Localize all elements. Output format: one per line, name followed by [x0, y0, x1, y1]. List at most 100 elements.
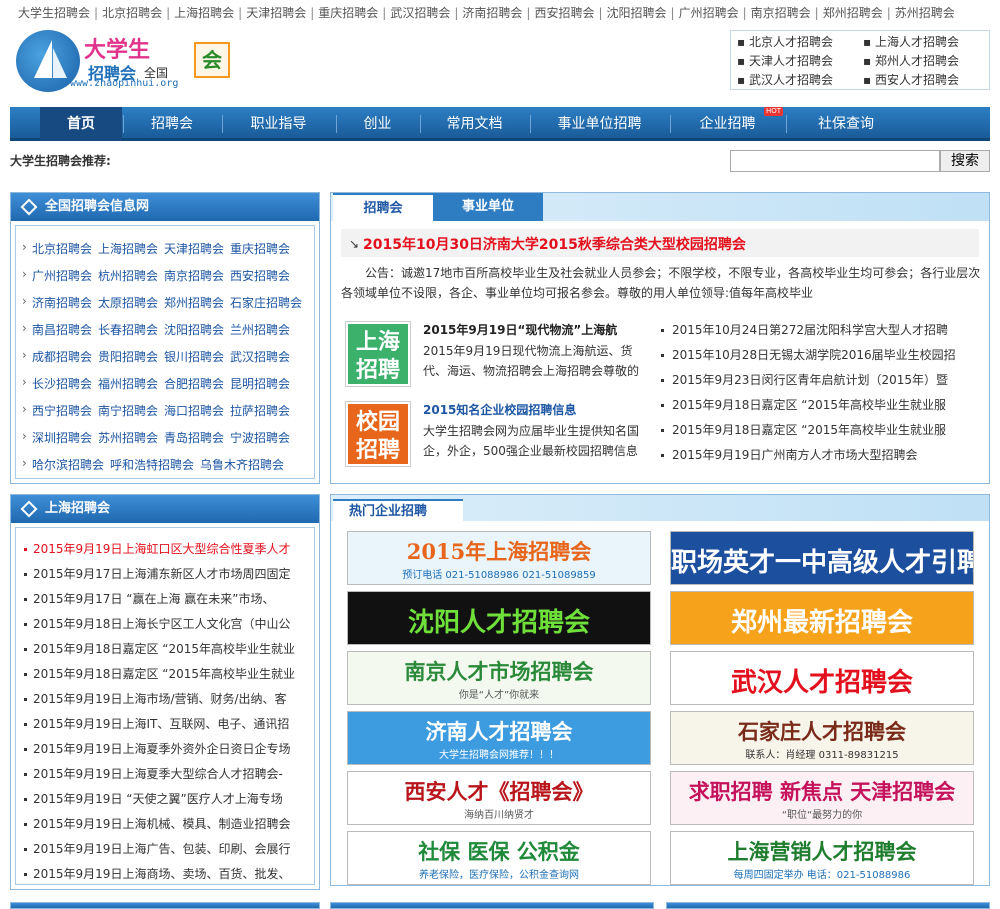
city-link[interactable]: ▪ 天津人才招聘会	[737, 52, 833, 69]
city-link[interactable]: ▪ 西安人才招聘会	[863, 71, 959, 88]
city-fair-link[interactable]: 呼和浩特招聘会	[110, 456, 194, 473]
top-link[interactable]: 上海招聘会	[174, 6, 234, 20]
list-item[interactable]: 2015年9月19日上海夏季外资外企日资日企专场	[24, 740, 290, 757]
top-link[interactable]: 北京招聘会	[102, 6, 162, 20]
city-fair-link[interactable]: 西安招聘会	[230, 267, 290, 284]
nav-item[interactable]: 创业	[336, 107, 419, 141]
nav-item[interactable]: 职业指导	[222, 107, 335, 141]
city-fair-link[interactable]: 宁波招聘会	[230, 429, 290, 446]
list-item[interactable]: 2015年10月24日第272届沈阳科学宫大型人才招聘	[661, 321, 948, 338]
headline-title[interactable]: 2015年10月30日济南大学2015秋季综合类大型校园招聘会	[363, 234, 746, 254]
city-fair-link[interactable]: 石家庄招聘会	[230, 294, 302, 311]
list-item[interactable]: 2015年9月19日上海商场、卖场、百货、批发、	[24, 865, 290, 882]
list-item[interactable]: 2015年9月19日广州南方人才市场大型招聘会	[661, 446, 917, 463]
ad-banner[interactable]: 石家庄人才招聘会 联系人：肖经理 0311-89831215	[670, 711, 974, 765]
nav-item[interactable]: 常用文档	[420, 107, 529, 141]
top-link[interactable]: 大学生招聘会	[18, 6, 90, 20]
city-fair-link[interactable]: 贵阳招聘会	[98, 348, 158, 365]
city-fair-link[interactable]: 哈尔滨招聘会	[32, 456, 104, 473]
city-link[interactable]: ▪ 武汉人才招聘会	[737, 71, 833, 88]
headline-box[interactable]: ↘ 2015年10月30日济南大学2015秋季综合类大型校园招聘会	[341, 229, 979, 257]
top-link[interactable]: 郑州招聘会	[823, 6, 883, 20]
search-input[interactable]	[730, 150, 940, 172]
city-fair-link[interactable]: 成都招聘会	[32, 348, 92, 365]
list-item[interactable]: 2015年9月19日上海虹口区大型综合性夏季人才	[24, 540, 290, 557]
list-item[interactable]: 2015年9月17日 “赢在上海 赢在未来”市场、	[24, 590, 275, 607]
shanghai-badge[interactable]: 上海 招聘	[345, 321, 411, 387]
top-link[interactable]: 西安招聘会	[534, 6, 594, 20]
city-fair-link[interactable]: 北京招聘会	[32, 240, 92, 257]
top-link[interactable]: 广州招聘会	[679, 6, 739, 20]
list-item[interactable]: 2015年9月18日上海长宁区工人文化宫（中山公	[24, 615, 290, 632]
list-item[interactable]: 2015年9月18日嘉定区 “2015年高校毕业生就业	[24, 640, 295, 657]
ad-banner[interactable]: 求职招聘 新焦点 天津招聘会 “职位“最努力的你	[670, 771, 974, 825]
list-item[interactable]: 2015年9月19日上海市场/营销、财务/出纳、客	[24, 690, 287, 707]
city-fair-link[interactable]: 广州招聘会	[32, 267, 92, 284]
city-fair-link[interactable]: 郑州招聘会	[164, 294, 224, 311]
city-fair-link[interactable]: 海口招聘会	[164, 402, 224, 419]
city-fair-link[interactable]: 重庆招聘会	[230, 240, 290, 257]
city-fair-link[interactable]: 深圳招聘会	[32, 429, 92, 446]
nav-item[interactable]: 首页	[40, 107, 122, 141]
city-fair-link[interactable]: 乌鲁木齐招聘会	[200, 456, 284, 473]
news-title[interactable]: 2015知名企业校园招聘信息	[423, 401, 576, 418]
search-button[interactable]: 搜索	[940, 150, 990, 172]
news-title[interactable]: 2015年9月19日“现代物流”上海航	[423, 321, 617, 338]
top-link[interactable]: 苏州招聘会	[895, 6, 955, 20]
list-item[interactable]: 2015年9月19日上海夏季大型综合人才招聘会-	[24, 765, 283, 782]
city-fair-link[interactable]: 武汉招聘会	[230, 348, 290, 365]
top-link[interactable]: 济南招聘会	[462, 6, 522, 20]
ad-banner[interactable]: 社保 医保 公积金 养老保险，医疗保险，公积金查询网	[347, 831, 651, 885]
ad-banner[interactable]: 武汉人才招聘会	[670, 651, 974, 705]
city-fair-link[interactable]: 银川招聘会	[164, 348, 224, 365]
list-item[interactable]: 2015年9月23日闵行区青年启航计划（2015年）暨	[661, 371, 948, 388]
list-item[interactable]: 2015年9月18日嘉定区 “2015年高校毕业生就业服	[661, 396, 946, 413]
ad-banner[interactable]: 上海营销人才招聘会 每周四固定举办 电话：021-51088986	[670, 831, 974, 885]
city-fair-link[interactable]: 长春招聘会	[98, 321, 158, 338]
nav-item[interactable]: 事业单位招聘	[530, 107, 669, 141]
city-fair-link[interactable]: 合肥招聘会	[164, 375, 224, 392]
list-item[interactable]: 2015年9月17日上海浦东新区人才市场周四固定	[24, 565, 290, 582]
ad-banner[interactable]: 2015年上海招聘会 预订电话 021-51088986 021-51089859	[347, 531, 651, 585]
city-fair-link[interactable]: 兰州招聘会	[230, 321, 290, 338]
list-item[interactable]: 2015年9月19日 “天使之翼”医疗人才上海专场	[24, 790, 283, 807]
list-item[interactable]: 2015年9月19日上海机械、模具、制造业招聘会	[24, 815, 290, 832]
city-fair-link[interactable]: 天津招聘会	[164, 240, 224, 257]
top-link[interactable]: 沈阳招聘会	[607, 6, 667, 20]
city-fair-link[interactable]: 沈阳招聘会	[164, 321, 224, 338]
city-link[interactable]: ▪ 上海人才招聘会	[863, 33, 959, 50]
list-item[interactable]: 2015年9月18日嘉定区 “2015年高校毕业生就业	[24, 665, 295, 682]
ad-banner[interactable]: 济南人才招聘会 大学生招聘会网推荐！！！	[347, 711, 651, 765]
nav-item[interactable]: 社保查询	[786, 107, 906, 141]
city-fair-link[interactable]: 福州招聘会	[98, 375, 158, 392]
ad-banner[interactable]: 南京人才市场招聘会 你是“人才”你就来	[347, 651, 651, 705]
city-fair-link[interactable]: 青岛招聘会	[164, 429, 224, 446]
list-item[interactable]: 2015年10月28日无锡太湖学院2016届毕业生校园招	[661, 346, 956, 363]
city-link[interactable]: ▪ 郑州人才招聘会	[863, 52, 959, 69]
list-item[interactable]: 2015年9月19日上海IT、互联网、电子、通讯招	[24, 715, 289, 732]
city-fair-link[interactable]: 西宁招聘会	[32, 402, 92, 419]
ad-banner[interactable]: 郑州最新招聘会	[670, 591, 974, 645]
list-item[interactable]: 2015年9月19日上海广告、包装、印刷、会展行	[24, 840, 290, 857]
ad-banner[interactable]: 沈阳人才招聘会	[347, 591, 651, 645]
top-link[interactable]: 武汉招聘会	[390, 6, 450, 20]
top-link[interactable]: 天津招聘会	[246, 6, 306, 20]
top-link[interactable]: 南京招聘会	[751, 6, 811, 20]
city-fair-link[interactable]: 长沙招聘会	[32, 375, 92, 392]
city-fair-link[interactable]: 南宁招聘会	[98, 402, 158, 419]
city-fair-link[interactable]: 南京招聘会	[164, 267, 224, 284]
city-fair-link[interactable]: 上海招聘会	[98, 240, 158, 257]
site-logo[interactable]: 大学生 招聘会 全国 www.zhaopinhui.org 会	[16, 30, 236, 94]
city-link[interactable]: ▪ 北京人才招聘会	[737, 33, 833, 50]
city-fair-link[interactable]: 昆明招聘会	[230, 375, 290, 392]
tab-institutions[interactable]: 事业单位	[433, 193, 543, 221]
city-fair-link[interactable]: 南昌招聘会	[32, 321, 92, 338]
city-fair-link[interactable]: 苏州招聘会	[98, 429, 158, 446]
ad-banner[interactable]: 西安人才《招聘会》 海纳百川纳贤才	[347, 771, 651, 825]
list-item[interactable]: 2015年9月18日嘉定区 “2015年高校毕业生就业服	[661, 421, 946, 438]
city-fair-link[interactable]: 拉萨招聘会	[230, 402, 290, 419]
city-fair-link[interactable]: 太原招聘会	[98, 294, 158, 311]
nav-item[interactable]: 招聘会	[123, 107, 221, 141]
top-link[interactable]: 重庆招聘会	[318, 6, 378, 20]
ad-banner[interactable]: 职场英才一中高级人才引聘	[670, 531, 974, 585]
